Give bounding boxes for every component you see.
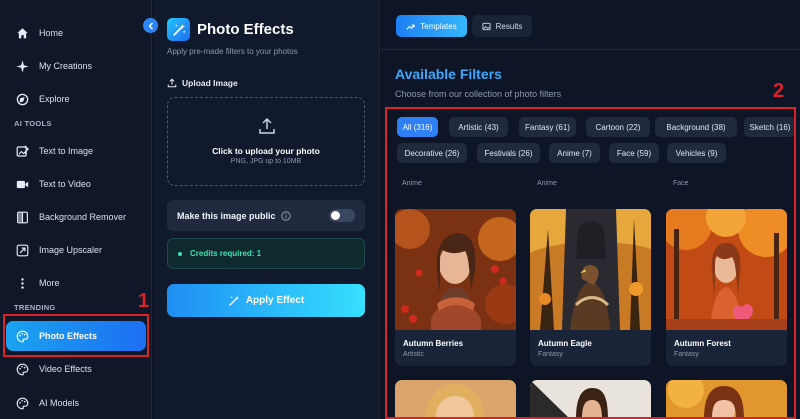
sidebar-item-ai-models[interactable]: AI Models — [6, 388, 146, 418]
section-subtitle: Choose from our collection of photo filt… — [395, 89, 562, 99]
layers-icon — [17, 211, 28, 223]
sidebar-item-image-upscaler[interactable]: Image Upscaler — [6, 235, 146, 265]
sidebar-item-label: My Creations — [39, 61, 93, 71]
sidebar-item-text-to-video[interactable]: Text to Video — [6, 169, 146, 199]
tab-label: Results — [495, 21, 523, 31]
sidebar-item-video-effects[interactable]: Video Effects — [6, 354, 146, 384]
more-icon — [21, 277, 24, 289]
sidebar-item-explore[interactable]: Explore — [6, 84, 146, 114]
sidebar-item-label: Home — [39, 28, 64, 38]
toggle-knob — [331, 211, 340, 220]
wand-logo-icon — [167, 18, 190, 41]
info-icon[interactable] — [280, 210, 291, 221]
dropzone-title: Click to upload your photo — [212, 146, 320, 156]
make-public-label: Make this image public — [177, 210, 276, 221]
sidebar-item-more[interactable]: More — [6, 268, 146, 298]
sidebar-item-label: Background Remover — [39, 212, 127, 222]
sidebar-item-label: Text to Image — [39, 146, 94, 156]
make-public-toggle[interactable] — [329, 209, 355, 222]
sidebar-item-label: AI Models — [39, 398, 80, 408]
page-title: Photo Effects — [197, 21, 294, 38]
sidebar-item-label: Text to Video — [39, 179, 91, 189]
photo-effects-panel: Photo Effects Apply pre-made filters to … — [153, 0, 380, 419]
annotation-box-2 — [385, 107, 796, 419]
globe-icon — [16, 93, 29, 105]
image-icon — [482, 22, 491, 30]
status-dot — [178, 251, 182, 256]
upscale-icon — [16, 244, 29, 256]
home-icon — [17, 27, 28, 38]
section-title: Available Filters — [395, 66, 502, 82]
sidebar-item-label: Video Effects — [39, 364, 92, 374]
dropzone-hint: PNG, JPG up to 10MB — [230, 158, 302, 165]
video-icon — [16, 180, 29, 188]
sidebar-item-label: Image Upscaler — [39, 245, 103, 255]
upload-label-text: Upload Image — [182, 78, 238, 88]
annotation-label-1: 1 — [138, 290, 150, 312]
apply-effect-button[interactable]: Apply Effect — [167, 284, 365, 317]
annotation-label-2: 2 — [773, 80, 785, 102]
collapse-sidebar-button[interactable] — [143, 18, 158, 33]
palette-icon — [16, 397, 29, 409]
tab-results[interactable]: Results — [472, 15, 532, 37]
make-public-row: Make this image public — [167, 200, 365, 231]
image-edit-icon — [16, 144, 29, 157]
sidebar-item-label: More — [39, 278, 60, 288]
ai-tools-label: AI TOOLS — [14, 119, 52, 128]
tab-label: Templates — [420, 21, 457, 31]
sidebar-item-home[interactable]: Home — [6, 18, 146, 48]
trending-up-icon — [406, 24, 415, 30]
upload-icon — [259, 117, 275, 134]
sidebar-item-my-creations[interactable]: My Creations — [6, 51, 146, 81]
palette-icon — [16, 363, 29, 375]
sidebar-item-text-to-image[interactable]: Text to Image — [6, 136, 146, 166]
sidebar-item-background-remover[interactable]: Background Remover — [6, 202, 146, 232]
tab-templates[interactable]: Templates — [396, 15, 467, 37]
annotation-box-1 — [3, 314, 149, 357]
chevron-left-icon — [148, 22, 153, 29]
upload-icon — [167, 78, 177, 88]
upload-label: Upload Image — [167, 78, 238, 88]
trending-label: TRENDING — [14, 303, 56, 312]
upload-dropzone[interactable] — [167, 97, 365, 186]
credits-required-notice: Credits required: 1 — [167, 238, 365, 269]
view-tabs-bar: Templates Results — [381, 0, 800, 50]
sparkle-icon — [16, 59, 29, 73]
sidebar-item-label: Explore — [39, 94, 70, 104]
page-subtitle: Apply pre-made filters to your photos — [167, 47, 298, 56]
apply-effect-label: Apply Effect — [245, 295, 305, 306]
wand-icon — [228, 295, 240, 306]
credits-text: Credits required: 1 — [190, 249, 262, 258]
